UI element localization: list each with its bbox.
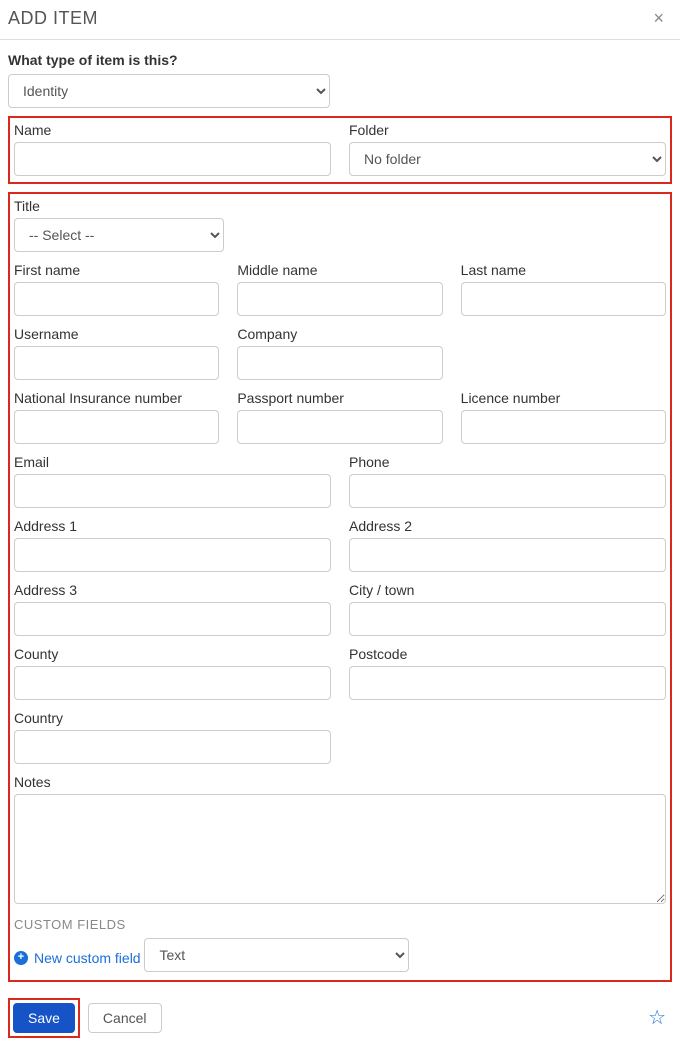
county-label: County (14, 646, 331, 662)
middle-name-label: Middle name (237, 262, 442, 278)
middle-name-input[interactable] (237, 282, 442, 316)
modal-title: ADD ITEM (8, 8, 98, 29)
licence-label: Licence number (461, 390, 666, 406)
address3-input[interactable] (14, 602, 331, 636)
save-button[interactable]: Save (13, 1003, 75, 1033)
last-name-input[interactable] (461, 282, 666, 316)
notes-textarea[interactable] (14, 794, 666, 904)
address1-input[interactable] (14, 538, 331, 572)
last-name-label: Last name (461, 262, 666, 278)
county-input[interactable] (14, 666, 331, 700)
modal-footer: Save Cancel ☆ (0, 990, 680, 1048)
country-input[interactable] (14, 730, 331, 764)
username-label: Username (14, 326, 219, 342)
custom-field-type-select[interactable]: Text (144, 938, 409, 972)
modal-body: What type of item is this? Identity Name… (0, 40, 680, 990)
name-folder-highlight: Name Folder No folder (8, 116, 672, 184)
address2-label: Address 2 (349, 518, 666, 534)
notes-label: Notes (14, 774, 666, 790)
cancel-button[interactable]: Cancel (88, 1003, 162, 1033)
new-custom-field-link[interactable]: + New custom field (14, 950, 141, 966)
name-label: Name (14, 122, 331, 138)
address2-input[interactable] (349, 538, 666, 572)
custom-fields-header: CUSTOM FIELDS (14, 917, 666, 932)
close-icon[interactable]: × (647, 8, 670, 29)
name-input[interactable] (14, 142, 331, 176)
item-type-select[interactable]: Identity (8, 74, 330, 108)
new-custom-field-label: New custom field (34, 950, 141, 966)
city-input[interactable] (349, 602, 666, 636)
nin-label: National Insurance number (14, 390, 219, 406)
folder-label: Folder (349, 122, 666, 138)
company-input[interactable] (237, 346, 442, 380)
title-select[interactable]: -- Select -- (14, 218, 224, 252)
address1-label: Address 1 (14, 518, 331, 534)
country-label: Country (14, 710, 331, 726)
licence-input[interactable] (461, 410, 666, 444)
postcode-input[interactable] (349, 666, 666, 700)
identity-fields-highlight: Title -- Select -- First name Middle nam… (8, 192, 672, 982)
folder-select[interactable]: No folder (349, 142, 666, 176)
passport-label: Passport number (237, 390, 442, 406)
phone-input[interactable] (349, 474, 666, 508)
passport-input[interactable] (237, 410, 442, 444)
title-label: Title (14, 198, 666, 214)
first-name-label: First name (14, 262, 219, 278)
save-button-highlight: Save (8, 998, 80, 1038)
address3-label: Address 3 (14, 582, 331, 598)
email-label: Email (14, 454, 331, 470)
nin-input[interactable] (14, 410, 219, 444)
postcode-label: Postcode (349, 646, 666, 662)
company-label: Company (237, 326, 442, 342)
item-type-label: What type of item is this? (8, 52, 672, 68)
favorite-star-icon[interactable]: ☆ (648, 1005, 672, 1030)
city-label: City / town (349, 582, 666, 598)
modal-header: ADD ITEM × (0, 0, 680, 40)
first-name-input[interactable] (14, 282, 219, 316)
phone-label: Phone (349, 454, 666, 470)
username-input[interactable] (14, 346, 219, 380)
email-input[interactable] (14, 474, 331, 508)
plus-circle-icon: + (14, 951, 28, 965)
